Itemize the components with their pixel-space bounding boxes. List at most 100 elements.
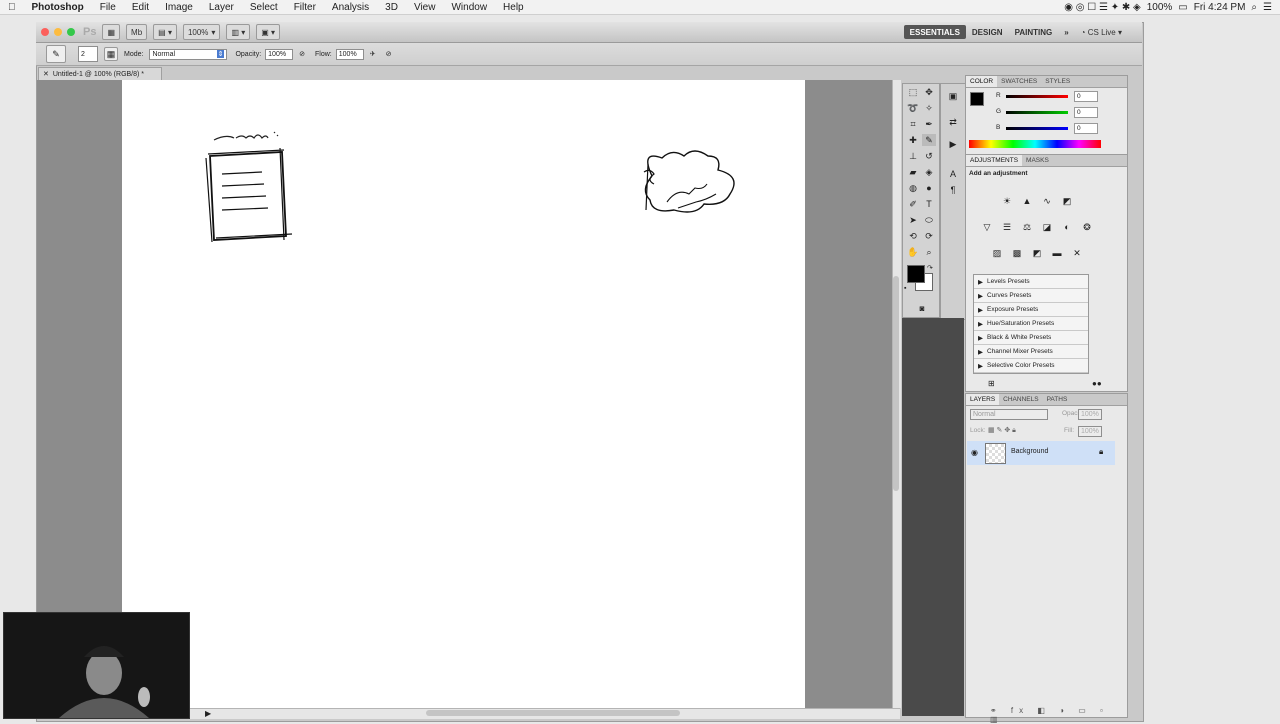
photo-filter-icon[interactable]: ◐	[1060, 221, 1074, 233]
tablet-size-icon[interactable]: ⊘	[386, 50, 392, 58]
path-select-icon[interactable]: ➤	[906, 214, 920, 226]
swap-colors-icon[interactable]: ↷	[927, 264, 933, 272]
levels-icon[interactable]: ▲	[1020, 195, 1034, 207]
airbrush-icon[interactable]: ✈	[370, 50, 376, 58]
stamp-tool-icon[interactable]: ⊥	[906, 150, 920, 162]
tab-styles[interactable]: STYLES	[1041, 78, 1074, 85]
menu-view[interactable]: View	[406, 2, 444, 13]
menu-layer[interactable]: Layer	[201, 2, 242, 13]
menu-list-icon[interactable]: ☰	[1263, 2, 1272, 13]
tab-swatches[interactable]: SWATCHES	[997, 78, 1041, 85]
channel-mixer-icon[interactable]: ❂	[1080, 221, 1094, 233]
preset-item[interactable]: ▶ Curves Presets	[974, 289, 1088, 303]
menu-3d[interactable]: 3D	[377, 2, 406, 13]
color-spectrum-ramp[interactable]	[969, 140, 1101, 148]
g-value[interactable]: 0	[1074, 107, 1098, 118]
color-balance-icon[interactable]: ⚖	[1020, 221, 1034, 233]
zoom-button[interactable]	[67, 28, 75, 36]
eyedropper-tool-icon[interactable]: ✒	[922, 118, 936, 130]
hue-sat-icon[interactable]: ☰	[1000, 221, 1014, 233]
flow-field[interactable]: 100%	[335, 48, 364, 60]
character-panel-icon[interactable]: A	[946, 168, 960, 180]
invert-icon[interactable]: ▨	[990, 247, 1004, 259]
brush-size-picker[interactable]: 2	[78, 46, 98, 62]
screen-mode-button[interactable]: ▣ ▾	[256, 24, 281, 40]
tab-color[interactable]: COLOR	[966, 76, 998, 87]
visibility-eye-icon[interactable]: ◉	[971, 448, 978, 457]
3d-rotate-icon[interactable]: ⟲	[906, 230, 920, 242]
preset-item[interactable]: ▶ Selective Color Presets	[974, 359, 1088, 373]
brush-tool-icon[interactable]: ✎	[46, 45, 66, 63]
fill-field[interactable]: 100%	[1078, 426, 1102, 437]
menu-window[interactable]: Window	[443, 2, 495, 13]
clip-to-layer-icon[interactable]: ⊞	[988, 379, 995, 388]
default-colors-icon[interactable]: ▪	[904, 285, 906, 292]
horizontal-scroll-thumb[interactable]	[426, 710, 680, 716]
r-slider[interactable]	[1006, 95, 1068, 98]
selective-color-icon[interactable]: ✕	[1070, 247, 1084, 259]
more-workspaces-icon[interactable]: »	[1058, 28, 1074, 37]
tablet-opacity-icon[interactable]: ⊘	[299, 50, 305, 58]
tab-masks[interactable]: MASKS	[1022, 157, 1053, 164]
layer-opacity-field[interactable]: 100%	[1078, 409, 1102, 420]
gradient-map-icon[interactable]: ▬	[1050, 247, 1064, 259]
preset-item[interactable]: ▶ Black & White Presets	[974, 331, 1088, 345]
b-slider[interactable]	[1006, 127, 1068, 130]
zoom-tool-icon[interactable]: ⌕	[922, 246, 936, 258]
menu-edit[interactable]: Edit	[124, 2, 157, 13]
brush-panel-icon[interactable]: ▦	[104, 47, 118, 61]
shape-tool-icon[interactable]: ⬭	[922, 214, 936, 226]
minimize-button[interactable]	[54, 28, 62, 36]
lock-icons[interactable]: ▦ ✎ ✥ 🔒︎	[988, 426, 1016, 435]
layer-blend-select[interactable]: Normal	[970, 409, 1048, 420]
history-brush-icon[interactable]: ↺	[922, 150, 936, 162]
close-document-icon[interactable]: ✕	[43, 70, 49, 78]
menu-help[interactable]: Help	[495, 2, 532, 13]
menu-select[interactable]: Select	[242, 2, 286, 13]
quick-mask-icon[interactable]: ◙	[915, 302, 929, 314]
workspace-essentials[interactable]: ESSENTIALS	[903, 25, 966, 39]
r-value[interactable]: 0	[1074, 91, 1098, 102]
paragraph-panel-icon[interactable]: ¶	[946, 184, 960, 196]
menu-file[interactable]: File	[92, 2, 124, 13]
marquee-tool-icon[interactable]: ⬚	[906, 86, 920, 98]
dodge-tool-icon[interactable]: ●	[922, 182, 936, 194]
layer-row-background[interactable]: ◉ Background 🔒︎	[967, 441, 1115, 465]
exposure-icon[interactable]: ◩	[1060, 195, 1074, 207]
preset-item[interactable]: ▶ Hue/Saturation Presets	[974, 317, 1088, 331]
workspace-painting[interactable]: PAINTING	[1009, 28, 1059, 37]
vertical-scroll-thumb[interactable]	[893, 276, 899, 491]
search-icon[interactable]: ⌕	[1251, 2, 1257, 13]
tab-paths[interactable]: PATHS	[1043, 396, 1072, 403]
animation-panel-icon[interactable]: ▶	[946, 138, 960, 150]
menu-image[interactable]: Image	[157, 2, 201, 13]
crop-tool-icon[interactable]: ⌗	[906, 118, 920, 130]
workspace-design[interactable]: DESIGN	[966, 28, 1009, 37]
preset-item[interactable]: ▶ Exposure Presets	[974, 303, 1088, 317]
history-panel-icon[interactable]: ▣	[946, 90, 960, 102]
battery-percent[interactable]: 100%	[1147, 2, 1173, 13]
vibrance-icon[interactable]: ▽	[980, 221, 994, 233]
tab-adjustments[interactable]: ADJUSTMENTS	[966, 155, 1023, 166]
g-slider[interactable]	[1006, 111, 1068, 114]
b-value[interactable]: 0	[1074, 123, 1098, 134]
layers-footer-icons[interactable]: ⚭ fx ◧ ◑ ▭ ▫ ▥	[990, 706, 1127, 724]
preset-item[interactable]: ▶ Levels Presets	[974, 275, 1088, 289]
bridge-button[interactable]: ▦	[102, 24, 121, 40]
tab-channels[interactable]: CHANNELS	[999, 396, 1042, 403]
3d-orbit-icon[interactable]: ⟳	[922, 230, 936, 242]
arrange-documents-button[interactable]: ▥ ▾	[226, 24, 251, 40]
move-tool-icon[interactable]: ✥	[922, 86, 936, 98]
mode-select[interactable]: Normal ⇕	[149, 48, 228, 60]
color-fg-swatch[interactable]	[970, 92, 984, 106]
eraser-tool-icon[interactable]: ▰	[906, 166, 920, 178]
zoom-level-select[interactable]: 100% ▾	[182, 24, 221, 40]
adjustment-options-icon[interactable]: ●●	[1092, 379, 1102, 388]
quick-select-tool-icon[interactable]: ✧	[922, 102, 936, 114]
blur-tool-icon[interactable]: ◍	[906, 182, 920, 194]
foreground-color-swatch[interactable]	[907, 265, 925, 283]
threshold-icon[interactable]: ◩	[1030, 247, 1044, 259]
status-icons[interactable]: ◉ ◎ ☐ ☰ ✦ ✱ ◈	[1064, 2, 1141, 13]
opacity-field[interactable]: 100%	[265, 48, 294, 60]
pen-tool-icon[interactable]: ✐	[906, 198, 920, 210]
